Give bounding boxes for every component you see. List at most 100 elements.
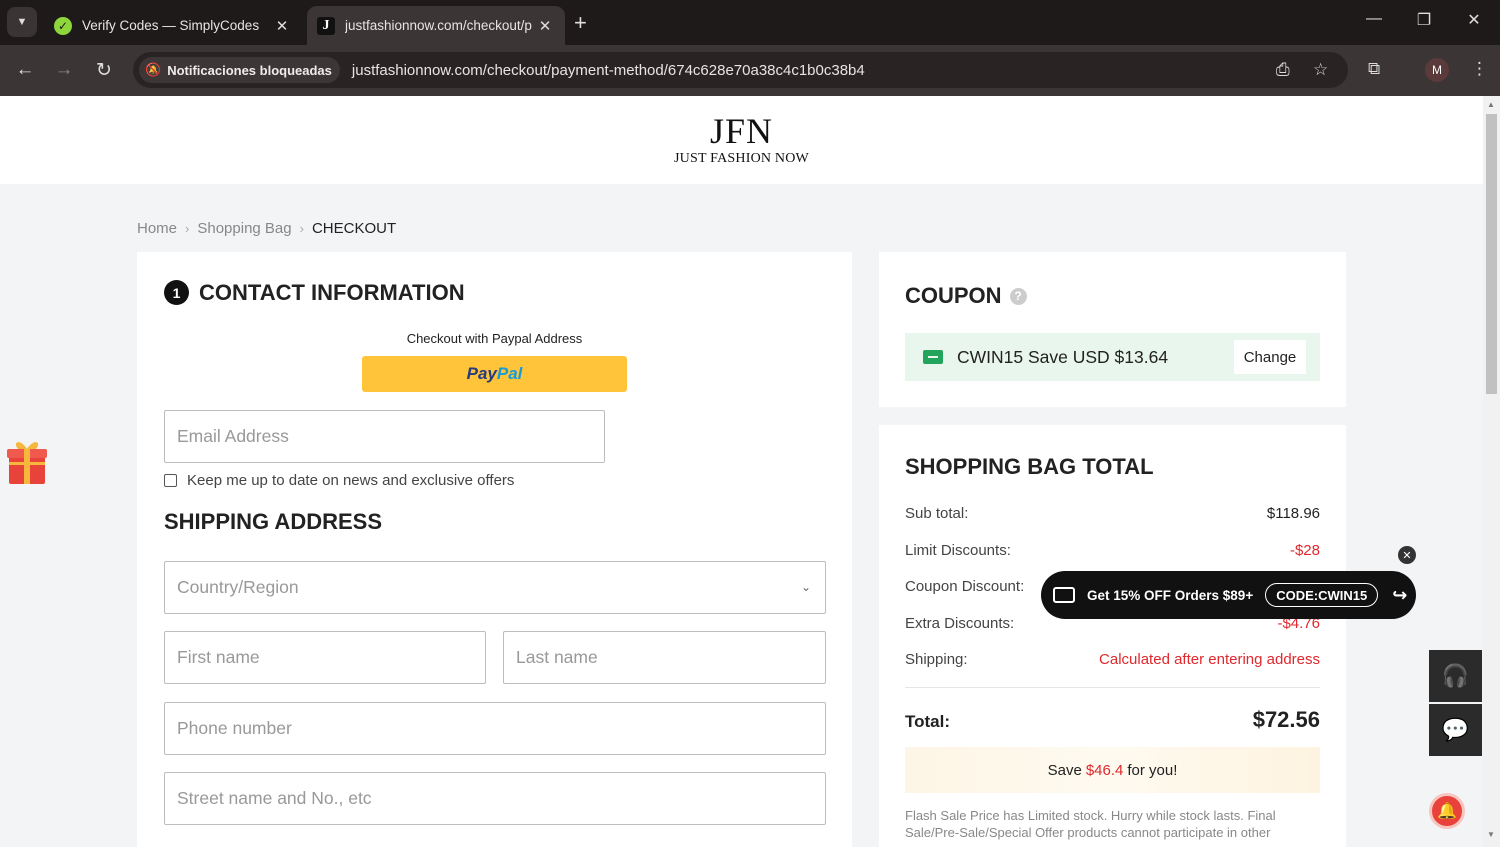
chevron-down-icon: ▼: [16, 16, 28, 28]
coupon-heading: COUPON: [905, 283, 1002, 308]
browser-tab-bar: ▼ ✓ Verify Codes — SimplyCodes ✕ J justf…: [0, 0, 1500, 45]
profile-avatar[interactable]: M: [1425, 58, 1449, 82]
tab-justfashionnow[interactable]: J justfashionnow.com/checkout/p ✕: [307, 6, 565, 45]
promo-bar[interactable]: Get 15% OFF Orders $89+ CODE:CWIN15 ↪: [1041, 571, 1416, 619]
extensions-icon[interactable]: ⧉: [1368, 59, 1380, 79]
help-icon[interactable]: ?: [1009, 287, 1027, 305]
country-select[interactable]: Country/Region ⌄: [164, 561, 826, 614]
tab-search-button[interactable]: ▼: [7, 7, 37, 37]
row-value: -$28: [1289, 542, 1320, 559]
chevron-right-icon: ›: [299, 221, 304, 236]
reload-icon[interactable]: ↻: [91, 57, 117, 83]
savings-banner: Save $46.4 for you!: [905, 747, 1320, 793]
total-row: Total: $72.56: [905, 707, 1320, 733]
gift-icon[interactable]: [6, 436, 48, 486]
contact-heading: CONTACT INFORMATION: [199, 280, 465, 305]
row-label: Extra Discounts:: [905, 615, 1015, 632]
first-name-field[interactable]: First name: [164, 631, 486, 684]
url-text[interactable]: justfashionnow.com/checkout/payment-meth…: [352, 62, 865, 79]
close-tab-icon[interactable]: ✕: [272, 17, 292, 35]
row-value: $118.96: [1266, 505, 1320, 522]
totals-heading: SHOPPING BAG TOTAL: [905, 454, 1154, 479]
tab-title: justfashionnow.com/checkout/p: [345, 18, 532, 33]
new-tab-icon[interactable]: +: [574, 10, 587, 36]
ticket-icon: [1053, 587, 1075, 603]
bell-off-icon: 🔕: [145, 62, 162, 77]
bell-icon: 🔔: [1437, 803, 1457, 820]
customer-service-button[interactable]: 🎧: [1429, 650, 1482, 702]
newsletter-row: Keep me up to date on news and exclusive…: [164, 472, 514, 489]
paypal-button[interactable]: Pay Pal: [362, 356, 627, 392]
breadcrumb-home[interactable]: Home: [137, 220, 177, 237]
forward-icon[interactable]: →: [51, 57, 77, 83]
last-name-field[interactable]: Last name: [503, 631, 826, 684]
close-promo-icon[interactable]: ✕: [1398, 546, 1416, 564]
tab-title: Verify Codes — SimplyCodes: [82, 18, 260, 33]
subtotal-row: Sub total: $118.96: [905, 505, 1320, 522]
install-app-icon[interactable]: ⎙: [1276, 60, 1290, 80]
close-tab-icon[interactable]: ✕: [535, 17, 555, 35]
logo-tagline: JUST FASHION NOW: [674, 151, 809, 166]
save-prefix: Save: [1047, 761, 1082, 779]
restore-icon[interactable]: ❐: [1409, 10, 1439, 30]
browser-toolbar: ← → ↻ 🔕 Notificaciones bloqueadas justfa…: [0, 45, 1500, 96]
promo-code-badge[interactable]: CODE:CWIN15: [1265, 583, 1379, 607]
street-field[interactable]: Street name and No., etc: [164, 772, 826, 825]
shipping-row: Shipping: Calculated after entering addr…: [905, 651, 1320, 668]
close-window-icon[interactable]: ✕: [1459, 10, 1489, 30]
total-value: $72.56: [1252, 707, 1320, 732]
coupon-heading-row: COUPON ?: [905, 283, 1027, 309]
scroll-down-icon[interactable]: ▼: [1487, 830, 1495, 839]
bookmark-star-icon[interactable]: ☆: [1313, 60, 1328, 80]
headset-icon: 🎧: [1441, 663, 1470, 688]
menu-kebab-icon[interactable]: ⋮: [1471, 59, 1488, 79]
paypal-logo-pal: Pal: [496, 364, 523, 383]
minimize-icon[interactable]: —: [1359, 10, 1389, 28]
coupon-card: COUPON ? CWIN15 Save USD $13.64 Change: [879, 252, 1346, 407]
chat-button[interactable]: 💬: [1429, 704, 1482, 756]
chevron-right-icon: ›: [185, 221, 190, 236]
first-name-placeholder: First name: [177, 647, 260, 667]
change-coupon-button[interactable]: Change: [1234, 340, 1306, 374]
phone-placeholder: Phone number: [177, 718, 292, 738]
share-arrow-icon[interactable]: ↪: [1392, 585, 1407, 606]
contact-shipping-card: 1 CONTACT INFORMATION Checkout with Payp…: [137, 252, 852, 847]
notifications-chip-label: Notificaciones bloqueadas: [167, 62, 332, 78]
street-placeholder: Street name and No., etc: [177, 788, 372, 808]
page-scrollbar[interactable]: ▲ ▼: [1483, 96, 1500, 847]
chat-bubble-icon: 💬: [1441, 717, 1470, 742]
phone-field[interactable]: Phone number: [164, 702, 826, 755]
newsletter-label[interactable]: Keep me up to date on news and exclusive…: [187, 472, 514, 489]
breadcrumb-shopping-bag[interactable]: Shopping Bag: [197, 220, 291, 237]
jfn-favicon-icon: J: [317, 16, 335, 35]
shipping-heading: SHIPPING ADDRESS: [164, 509, 383, 534]
flash-sale-note: Flash Sale Price has Limited stock. Hurr…: [905, 808, 1276, 840]
breadcrumb-current: CHECKOUT: [311, 220, 397, 237]
promo-text: Get 15% OFF Orders $89+: [1087, 587, 1254, 603]
save-suffix: for you!: [1127, 761, 1178, 779]
notifications-blocked-chip[interactable]: 🔕 Notificaciones bloqueadas: [139, 57, 340, 83]
paypal-label: Checkout with Paypal Address: [406, 331, 583, 346]
last-name-placeholder: Last name: [516, 647, 598, 667]
country-placeholder: Country/Region: [177, 577, 299, 597]
address-bar[interactable]: 🔕 Notificaciones bloqueadas justfashionn…: [133, 52, 1348, 88]
back-icon[interactable]: ←: [12, 57, 38, 83]
limit-discount-row: Limit Discounts: -$28: [905, 542, 1320, 559]
scroll-up-icon[interactable]: ▲: [1487, 100, 1495, 109]
divider: [905, 687, 1320, 688]
shopping-bag-total-card: SHOPPING BAG TOTAL Sub total: $118.96 Li…: [879, 425, 1346, 847]
row-label: Coupon Discount:: [905, 578, 1025, 595]
tab-simplycodes[interactable]: ✓ Verify Codes — SimplyCodes ✕: [44, 6, 302, 45]
row-label: Limit Discounts:: [905, 542, 1011, 559]
row-value: Calculated after entering address: [1099, 651, 1320, 668]
paypal-logo-pay: Pay: [466, 364, 497, 383]
row-label: Shipping:: [905, 651, 968, 668]
scroll-thumb[interactable]: [1486, 114, 1497, 394]
newsletter-checkbox[interactable]: [164, 474, 177, 487]
applied-coupon-text: CWIN15 Save USD $13.64: [957, 346, 1169, 367]
ticket-icon: [923, 350, 943, 364]
notification-bell-button[interactable]: 🔔: [1429, 793, 1465, 829]
logo[interactable]: JFN: [0, 110, 1483, 152]
email-placeholder: Email Address: [177, 426, 289, 446]
email-field[interactable]: Email Address: [164, 410, 605, 463]
